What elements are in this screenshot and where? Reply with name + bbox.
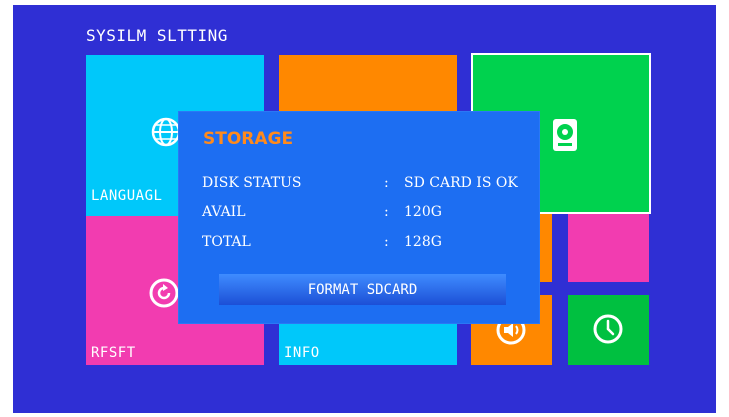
total-label: TOTAL — [202, 234, 251, 250]
dialog-title: STORAGE — [203, 129, 294, 149]
reset-tile-label: RFSFT — [91, 345, 136, 361]
info-tile-label: INFO — [284, 345, 320, 361]
clock-tile[interactable] — [568, 295, 649, 365]
total-separator: : — [384, 234, 389, 250]
avail-value: 120G — [404, 204, 442, 220]
hard-disk-icon — [553, 119, 577, 151]
system-setting-screen: SYSILM SLTTING LANGUAGL RFSFT INFO STORA… — [13, 5, 716, 413]
disk-status-value: SD CARD IS OK — [404, 175, 518, 191]
disk-status-separator: : — [384, 175, 389, 191]
total-value: 128G — [404, 234, 442, 250]
globe-icon — [151, 117, 181, 147]
format-sdcard-button[interactable]: FORMAT SDCARD — [219, 274, 506, 305]
page-title: SYSILM SLTTING — [86, 26, 228, 45]
avail-separator: : — [384, 204, 389, 220]
storage-dialog: STORAGE DISK STATUS : SD CARD IS OK AVAI… — [179, 112, 539, 323]
pink-small-tile[interactable] — [568, 214, 649, 282]
reset-icon — [149, 278, 179, 308]
avail-label: AVAIL — [202, 204, 246, 220]
disk-status-label: DISK STATUS — [202, 175, 302, 191]
clock-icon — [593, 314, 623, 344]
language-tile-label: LANGUAGL — [91, 188, 163, 204]
